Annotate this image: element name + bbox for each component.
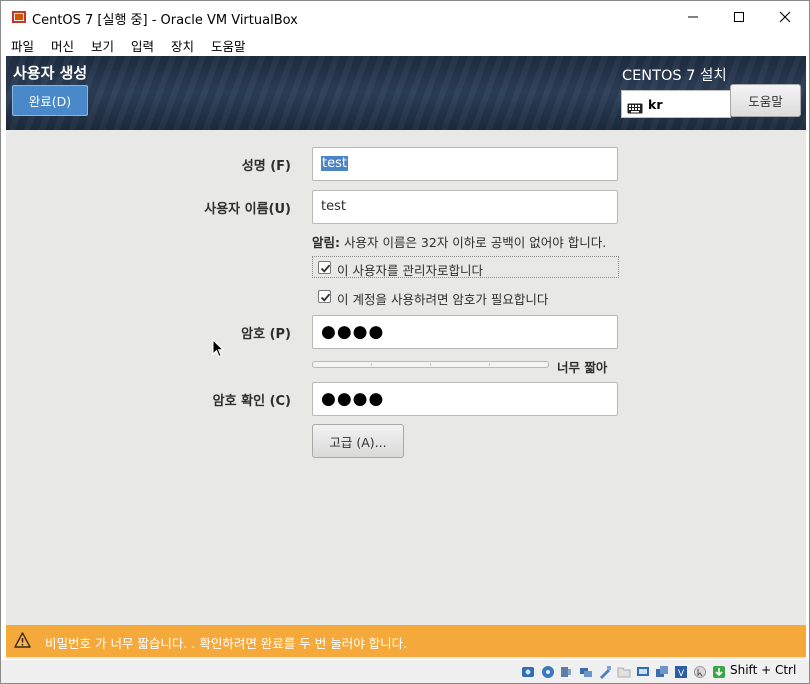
window-title: CentOS 7 [실행 중] - Oracle VM VirtualBox bbox=[32, 13, 298, 28]
virtualization-icon[interactable]: V bbox=[674, 664, 688, 679]
svg-text:V: V bbox=[678, 669, 685, 679]
username-field[interactable]: test bbox=[312, 190, 618, 224]
page-title: 사용자 생성 bbox=[13, 64, 88, 82]
maximize-icon bbox=[734, 12, 744, 22]
username-hint: 알림: 사용자 이름은 32자 이하로 공백이 없어야 합니다. bbox=[312, 232, 606, 251]
host-key-arrow-icon[interactable] bbox=[712, 664, 726, 678]
minimize-button[interactable] bbox=[670, 1, 716, 33]
keyboard-icon bbox=[627, 99, 643, 118]
audio-icon[interactable] bbox=[559, 664, 573, 678]
virtualbox-window: CentOS 7 [실행 중] - Oracle VM VirtualBox 파… bbox=[0, 0, 810, 684]
keyboard-layout-indicator[interactable]: kr bbox=[621, 90, 731, 118]
confirm-password-field[interactable]: ●●●● bbox=[312, 382, 618, 416]
menu-input[interactable]: 입력 bbox=[131, 36, 154, 55]
strength-segment-divider bbox=[371, 363, 372, 366]
hint-prefix: 알림: bbox=[312, 235, 340, 250]
advanced-button[interactable]: 고급 (A)... bbox=[312, 424, 404, 458]
strength-segment-divider bbox=[489, 363, 490, 366]
fullname-label: 성명 (F) bbox=[241, 159, 291, 174]
help-button[interactable]: 도움말 bbox=[730, 84, 801, 117]
done-button[interactable]: 완료(D) bbox=[12, 85, 88, 116]
usb-icon[interactable] bbox=[598, 664, 612, 679]
network-icon[interactable] bbox=[579, 664, 593, 678]
admin-checkbox-label: 이 사용자를 관리자로합니다 bbox=[337, 263, 483, 278]
menu-help[interactable]: 도움말 bbox=[211, 36, 246, 55]
hard-disk-icon[interactable] bbox=[521, 664, 535, 678]
username-value: test bbox=[321, 199, 346, 214]
fullname-value: test bbox=[321, 156, 348, 171]
menu-bar: 파일 머신 보기 입력 장치 도움말 bbox=[1, 33, 809, 55]
warning-icon bbox=[14, 632, 31, 652]
password-label: 암호 (P) bbox=[241, 327, 291, 342]
password-value: ●●●● bbox=[321, 322, 385, 342]
checkmark-icon bbox=[320, 264, 331, 273]
maximize-button[interactable] bbox=[716, 1, 762, 33]
optical-drive-icon[interactable] bbox=[541, 664, 555, 678]
shared-folders-icon[interactable] bbox=[617, 664, 631, 678]
status-bar: V Shift + Ctrl bbox=[1, 660, 809, 683]
installer-header: 사용자 생성 완료(D) CENTOS 7 설치 kr 도움말 bbox=[6, 56, 806, 130]
checkmark-icon bbox=[320, 293, 331, 302]
installer-title: CENTOS 7 설치 bbox=[622, 68, 727, 84]
username-label: 사용자 이름(U) bbox=[204, 202, 291, 217]
hint-text: 사용자 이름은 32자 이하로 공백이 없어야 합니다. bbox=[340, 235, 607, 250]
password-strength-bar bbox=[312, 361, 549, 368]
warning-message: 비밀번호 가 너무 짧습니다. . 확인하려면 완료를 두 번 눌러야 합니다. bbox=[45, 636, 408, 651]
mouse-pointer-icon bbox=[212, 338, 225, 362]
menu-file[interactable]: 파일 bbox=[11, 36, 34, 55]
mouse-integration-icon[interactable] bbox=[693, 664, 707, 678]
password-strength-label: 너무 짧아 bbox=[557, 360, 608, 375]
warning-banner[interactable]: 비밀번호 가 너무 짧습니다. . 확인하려면 완료를 두 번 눌러야 합니다. bbox=[6, 625, 806, 657]
keyboard-layout-label: kr bbox=[648, 97, 663, 112]
confirm-password-value: ●●●● bbox=[321, 389, 385, 409]
display-icon[interactable] bbox=[636, 664, 650, 678]
require-password-label: 이 계정을 사용하려면 암호가 필요합니다 bbox=[337, 292, 549, 307]
require-password-checkbox[interactable] bbox=[318, 290, 331, 303]
password-field[interactable]: ●●●● bbox=[312, 315, 618, 349]
fullname-value-wrap: test bbox=[321, 156, 348, 171]
menu-view[interactable]: 보기 bbox=[91, 36, 114, 55]
admin-checkbox[interactable] bbox=[318, 261, 331, 274]
strength-segment-divider bbox=[430, 363, 431, 366]
minimize-icon bbox=[688, 16, 698, 18]
fullname-field[interactable]: test bbox=[312, 147, 618, 181]
title-bar: CentOS 7 [실행 중] - Oracle VM VirtualBox bbox=[1, 1, 809, 33]
menu-machine[interactable]: 머신 bbox=[51, 36, 74, 55]
close-icon bbox=[779, 11, 791, 23]
video-capture-icon[interactable] bbox=[655, 664, 669, 678]
vm-display[interactable]: 사용자 생성 완료(D) CENTOS 7 설치 kr 도움말 성명 (F) t… bbox=[6, 56, 806, 659]
virtualbox-app-icon bbox=[11, 9, 27, 25]
menu-devices[interactable]: 장치 bbox=[171, 36, 194, 55]
close-button[interactable] bbox=[762, 1, 808, 33]
host-key-label: Shift + Ctrl bbox=[730, 663, 797, 677]
confirm-password-label: 암호 확인 (C) bbox=[212, 394, 291, 409]
